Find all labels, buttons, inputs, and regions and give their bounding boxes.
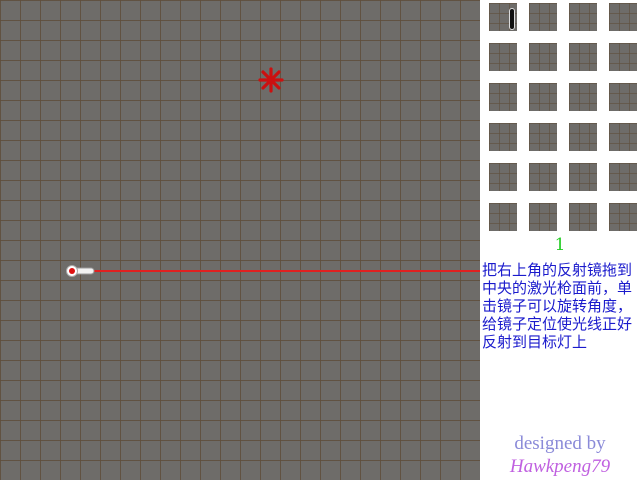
tray-slot[interactable] bbox=[526, 0, 560, 34]
tray-slot[interactable] bbox=[606, 40, 640, 74]
tray-slot[interactable] bbox=[606, 0, 640, 34]
level-number: 1 bbox=[554, 235, 566, 255]
credit-designed-by: designed by bbox=[514, 433, 606, 454]
tray-slot[interactable] bbox=[606, 80, 640, 114]
tray-slot[interactable] bbox=[526, 80, 560, 114]
side-panel: 1 把右上角的反射镜拖到中央的激光枪面前，单击镜子可以旋转角度，给镜子定位使光线… bbox=[480, 0, 640, 480]
tray-slot[interactable] bbox=[566, 200, 600, 234]
tray-slot[interactable] bbox=[486, 40, 520, 74]
tray-slot[interactable] bbox=[486, 0, 520, 34]
tray-slot[interactable] bbox=[566, 0, 600, 34]
laser-beam bbox=[84, 270, 480, 272]
tray-slot[interactable] bbox=[526, 160, 560, 194]
tray-slot[interactable] bbox=[486, 160, 520, 194]
game-board[interactable] bbox=[0, 0, 480, 480]
tray-slot[interactable] bbox=[526, 200, 560, 234]
tray-slot[interactable] bbox=[566, 80, 600, 114]
mirror-tray bbox=[486, 0, 640, 235]
tray-slot[interactable] bbox=[486, 200, 520, 234]
tray-slot[interactable] bbox=[486, 120, 520, 154]
tray-slot[interactable] bbox=[526, 120, 560, 154]
instructions-text: 把右上角的反射镜拖到中央的激光枪面前，单击镜子可以旋转角度，给镜子定位使光线正好… bbox=[482, 261, 633, 351]
tray-slot[interactable] bbox=[606, 120, 640, 154]
target-star-icon bbox=[258, 67, 284, 93]
tray-slot[interactable] bbox=[606, 200, 640, 234]
mirror-icon[interactable] bbox=[509, 8, 515, 30]
credit-author: Hawkpeng79 bbox=[509, 456, 611, 477]
tray-slot[interactable] bbox=[566, 40, 600, 74]
tray-slot[interactable] bbox=[526, 40, 560, 74]
laser-gun-icon bbox=[66, 265, 95, 277]
tray-slot[interactable] bbox=[566, 120, 600, 154]
tray-slot[interactable] bbox=[486, 80, 520, 114]
tray-slot[interactable] bbox=[606, 160, 640, 194]
tray-slot[interactable] bbox=[566, 160, 600, 194]
